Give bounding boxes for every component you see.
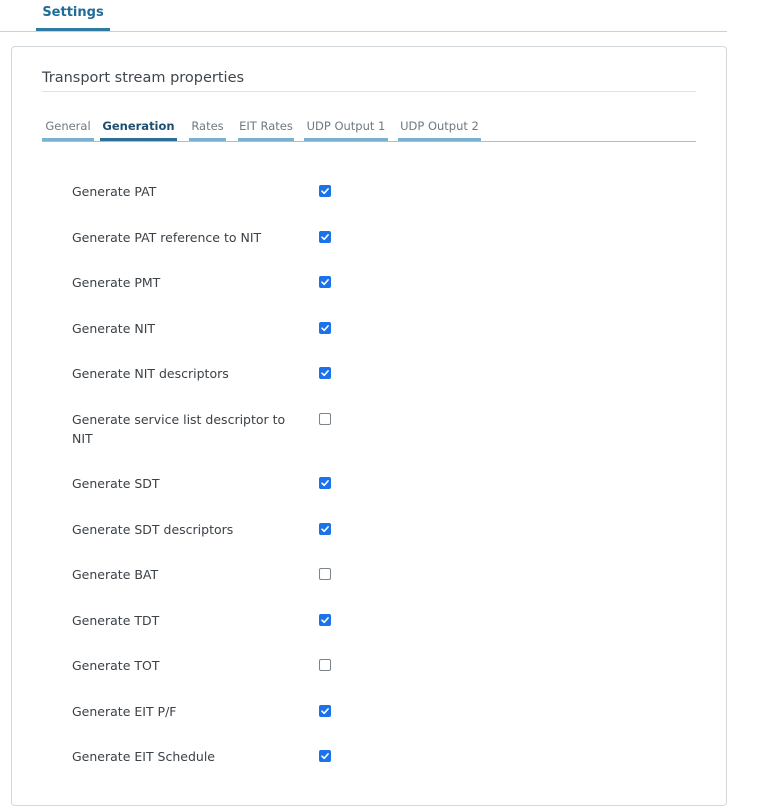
checkmark-icon — [321, 526, 329, 533]
checkmark-icon — [321, 617, 329, 624]
option-label: Generate EIT P/F — [72, 704, 177, 719]
checkbox-generate-pat-reference-to-nit[interactable] — [319, 231, 331, 243]
checkmark-icon — [321, 370, 329, 377]
panel-title: Transport stream properties — [42, 69, 696, 92]
checkbox-generate-nit[interactable] — [319, 322, 331, 334]
checkbox-generate-tdt[interactable] — [319, 614, 331, 626]
option-label: Generate TOT — [72, 658, 160, 673]
checkbox-generate-pmt[interactable] — [319, 276, 331, 288]
checkbox-generate-eit-pf[interactable] — [319, 705, 331, 717]
tab-settings[interactable]: Settings — [36, 0, 110, 31]
option-label: Generate EIT Schedule — [72, 749, 215, 764]
checkmark-icon — [321, 480, 329, 487]
checkbox-generate-nit-descriptors[interactable] — [319, 367, 331, 379]
option-label: Generate service list descriptor to NIT — [72, 412, 286, 446]
subtab-udp-output-2[interactable]: UDP Output 2 — [398, 116, 481, 141]
option-label: Generate PMT — [72, 275, 161, 290]
checkmark-icon — [321, 708, 329, 715]
option-label: Generate NIT — [72, 321, 156, 336]
option-label: Generate BAT — [72, 567, 159, 582]
checkbox-generate-service-list-descriptor-to-nit[interactable] — [319, 413, 331, 425]
transport-stream-panel: Transport stream properties General Gene… — [11, 46, 727, 806]
checkbox-generate-sdt-descriptors[interactable] — [319, 523, 331, 535]
checkbox-generate-pat[interactable] — [319, 185, 331, 197]
option-label: Generate TDT — [72, 613, 160, 628]
option-label: Generate NIT descriptors — [72, 366, 229, 381]
subtab-udp-output-1[interactable]: UDP Output 1 — [304, 116, 388, 141]
subtab-generation[interactable]: Generation — [100, 116, 177, 141]
option-label: Generate PAT reference to NIT — [72, 230, 262, 245]
checkmark-icon — [321, 234, 329, 241]
checkbox-generate-eit-schedule[interactable] — [319, 750, 331, 762]
subtab-eit-rates[interactable]: EIT Rates — [238, 116, 294, 141]
checkbox-generate-bat[interactable] — [319, 568, 331, 580]
checkmark-icon — [321, 279, 329, 286]
checkmark-icon — [321, 325, 329, 332]
checkmark-icon — [321, 188, 329, 195]
checkbox-generate-tot[interactable] — [319, 659, 331, 671]
option-label: Generate SDT — [72, 476, 160, 491]
option-label: Generate SDT descriptors — [72, 522, 234, 537]
option-label: Generate PAT — [72, 184, 157, 199]
checkbox-generate-sdt[interactable] — [319, 477, 331, 489]
subtab-rates[interactable]: Rates — [189, 116, 226, 141]
subtab-bar: General Generation Rates EIT Rates UDP O… — [42, 116, 696, 142]
subtab-general[interactable]: General — [42, 116, 94, 141]
checkmark-icon — [321, 753, 329, 760]
top-tab-bar: Settings — [0, 0, 727, 32]
